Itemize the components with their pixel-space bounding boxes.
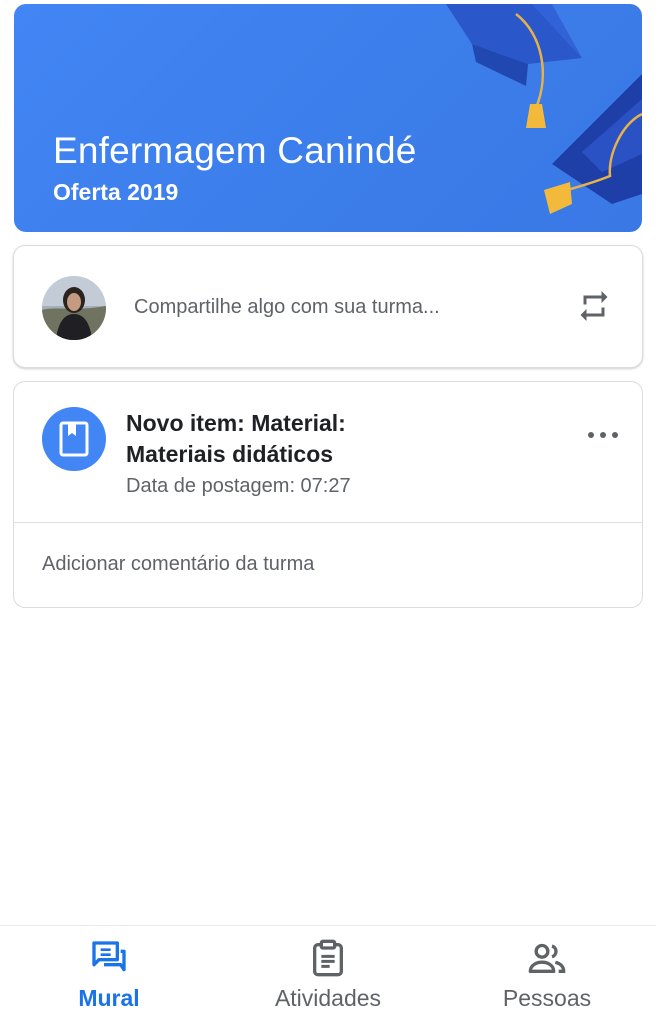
share-input[interactable]: Compartilhe algo com sua turma... (134, 296, 440, 319)
repost-icon[interactable] (576, 288, 612, 329)
people-icon (527, 938, 567, 983)
post-date: Data de postagem: 07:27 (126, 475, 351, 497)
clipboard-icon (308, 938, 348, 983)
post-title[interactable]: Novo item: Material: Materiais didáticos (126, 408, 426, 470)
share-with-class-card[interactable]: Compartilhe algo com sua turma... (13, 245, 643, 368)
user-avatar-photo (42, 276, 106, 340)
add-class-comment-link[interactable]: Adicionar comentário da turma (42, 553, 314, 576)
nav-label: Pessoas (502, 985, 592, 1011)
nav-item-pessoas[interactable]: Pessoas (438, 926, 656, 1024)
divider (14, 522, 642, 523)
classroom-stream-page: Enfermagem Canindé Oferta 2019 Compartil… (0, 0, 656, 1024)
nav-label: Atividades (274, 985, 382, 1011)
stream-icon (89, 938, 129, 983)
graduation-caps-illustration (446, 4, 642, 214)
class-title: Enfermagem Canindé (53, 130, 417, 171)
avatar (42, 276, 106, 340)
nav-item-atividades[interactable]: Atividades (219, 926, 437, 1024)
class-subtitle: Oferta 2019 (53, 179, 179, 205)
post-card[interactable]: Novo item: Material: Materiais didáticos… (13, 381, 643, 608)
material-book-icon (42, 407, 106, 471)
nav-item-mural[interactable]: Mural (0, 926, 218, 1024)
more-horizontal-icon[interactable] (588, 428, 618, 442)
bottom-navigation: Mural Atividades Pessoas (0, 925, 656, 1024)
class-banner: Enfermagem Canindé Oferta 2019 (14, 4, 642, 232)
nav-label: Mural (78, 985, 140, 1011)
